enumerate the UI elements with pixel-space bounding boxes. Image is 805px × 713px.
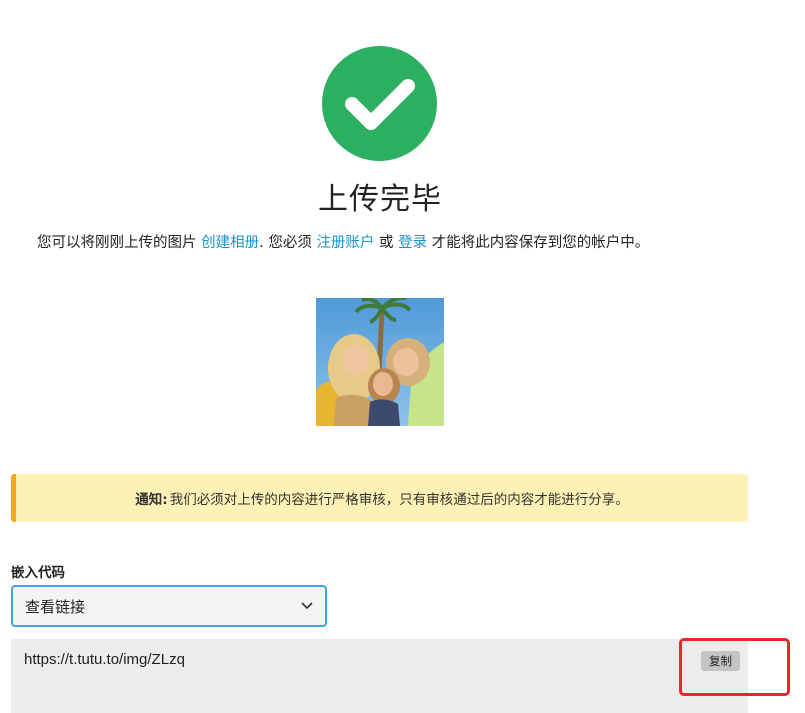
notice-text: 我们必须对上传的内容进行严格审核，只有审核通过后的内容才能进行分享。 [169, 492, 629, 508]
check-circle-icon [322, 46, 437, 161]
embed-code-textarea[interactable]: https://t.tutu.to/img/ZLzq [11, 639, 748, 713]
register-link[interactable]: 注册账户 [316, 235, 374, 251]
moderation-notice: 通知: 我们必须对上传的内容进行严格审核，只有审核通过后的内容才能进行分享。 [11, 474, 748, 522]
embed-code-select[interactable]: 查看链接 [11, 585, 327, 627]
embed-code-value: https://t.tutu.to/img/ZLzq [24, 651, 185, 668]
copy-button[interactable]: 复制 [701, 651, 740, 671]
login-link[interactable]: 登录 [398, 235, 427, 251]
desc-mid-2: 或 [374, 235, 399, 251]
create-album-link[interactable]: 创建相册 [201, 235, 259, 251]
page-title: 上传完毕 [318, 182, 442, 217]
desc-suffix: 才能将此内容保存到您的帐户中。 [427, 235, 650, 251]
desc-mid-1: . 您必须 [259, 235, 317, 251]
embed-code-selected-value: 查看链接 [25, 597, 86, 616]
upload-description: 您可以将刚刚上传的图片 创建相册. 您必须 注册账户 或 登录 才能将此内容保存… [37, 231, 777, 252]
uploaded-image-thumbnail[interactable] [316, 298, 444, 426]
notice-label: 通知: [135, 492, 168, 508]
chevron-down-icon [301, 599, 313, 613]
embed-code-label: 嵌入代码 [11, 565, 65, 581]
desc-prefix: 您可以将刚刚上传的图片 [37, 235, 202, 251]
